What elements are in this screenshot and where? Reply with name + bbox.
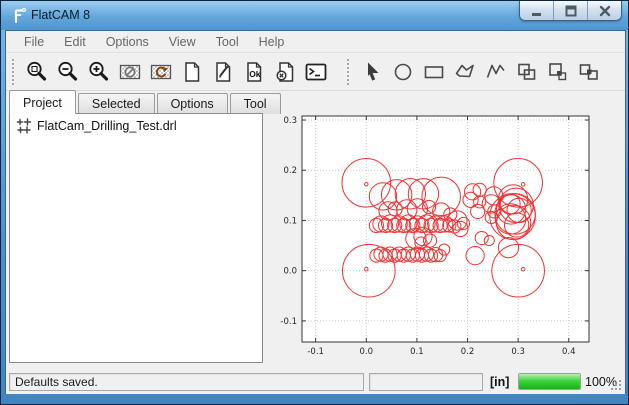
draw-select-button[interactable] [356, 56, 387, 88]
draw-rectangle-button[interactable] [418, 56, 449, 88]
minimize-icon [531, 5, 543, 17]
draw-circle-button[interactable] [387, 56, 418, 88]
plot-svg: -0.1 0.0 0.1 0.2 0.3 0.4 -0.1 0.0 0.1 0.2 0.3 [267, 96, 623, 368]
tree-item-drill-object[interactable]: FlatCam_Drilling_Test.drl [10, 114, 262, 136]
project-tree[interactable]: FlatCam_Drilling_Test.drl [9, 113, 263, 363]
svg-text:0.2: 0.2 [461, 347, 475, 357]
zoom-fit-button[interactable] [21, 56, 52, 88]
svg-text:0.1: 0.1 [410, 347, 424, 357]
polygon-union-button[interactable] [511, 56, 542, 88]
new-file-icon [180, 60, 204, 84]
status-message: Defaults saved. [15, 375, 98, 389]
maximize-button[interactable] [554, 1, 588, 20]
close-button[interactable] [588, 1, 621, 20]
svg-text:0.0: 0.0 [360, 347, 374, 357]
window-title: FlatCAM 8 [31, 8, 90, 22]
toolbar-drag-handle-2[interactable] [347, 59, 353, 85]
svg-text:-0.1: -0.1 [307, 347, 324, 357]
copy-geometry-icon [577, 60, 601, 84]
minimize-button[interactable] [520, 1, 554, 20]
apply-ok-button[interactable]: Ok [238, 56, 269, 88]
maximize-icon [565, 5, 577, 17]
progress-bar [518, 373, 581, 390]
svg-text:0.3: 0.3 [283, 116, 297, 126]
plot-canvas[interactable]: -0.1 0.0 0.1 0.2 0.3 0.4 -0.1 0.0 0.1 0.2 0.3 [267, 96, 623, 368]
tree-item-label: FlatCam_Drilling_Test.drl [37, 119, 177, 133]
draw-path-button[interactable] [480, 56, 511, 88]
shell-button[interactable] [300, 56, 331, 88]
polygon-tool-icon [453, 60, 477, 84]
menu-file[interactable]: File [14, 32, 54, 52]
tab-selected[interactable]: Selected [78, 93, 155, 114]
delete-file-icon [273, 60, 297, 84]
svg-text:Ok: Ok [249, 69, 261, 79]
rectangle-tool-icon [422, 60, 446, 84]
menu-tool[interactable]: Tool [206, 32, 249, 52]
svg-text:0.4: 0.4 [562, 347, 576, 357]
units-label: [in] [490, 375, 509, 389]
path-tool-icon [484, 60, 508, 84]
tab-options[interactable]: Options [157, 93, 228, 114]
select-arrow-icon [360, 60, 384, 84]
delete-object-button[interactable] [269, 56, 300, 88]
menu-view[interactable]: View [159, 32, 206, 52]
zoom-in-icon [87, 60, 111, 84]
statusbar: Defaults saved. [in] 100% [6, 369, 625, 394]
replot-button[interactable] [145, 56, 176, 88]
replot-icon [149, 60, 173, 84]
edit-file-icon [211, 60, 235, 84]
new-project-button[interactable] [176, 56, 207, 88]
clear-plot-icon [118, 60, 142, 84]
svg-text:0.1: 0.1 [283, 216, 297, 226]
progress-fill [519, 374, 580, 389]
status-message-panel: Defaults saved. [9, 373, 364, 391]
ok-file-icon: Ok [242, 60, 266, 84]
drill-object-icon [16, 118, 32, 134]
flatcam-window: FlatCAM 8 File Edit Options View Tool He… [0, 0, 629, 405]
svg-text:0.0: 0.0 [283, 267, 297, 277]
copy-objects-button[interactable] [542, 56, 573, 88]
svg-text:-0.1: -0.1 [280, 317, 297, 327]
close-icon [599, 5, 611, 17]
tab-project[interactable]: Project [9, 90, 76, 114]
union-tool-icon [515, 60, 539, 84]
window-controls [519, 1, 622, 21]
svg-text:0.3: 0.3 [511, 347, 525, 357]
circle-tool-icon [391, 60, 415, 84]
zoom-out-icon [56, 60, 80, 84]
edit-object-button[interactable] [207, 56, 238, 88]
tabbar: Project Selected Options Tool [9, 91, 283, 114]
flatcam-logo-icon [11, 7, 27, 23]
draw-polygon-button[interactable] [449, 56, 480, 88]
toolbar: Ok [6, 53, 625, 91]
resize-grip[interactable] [611, 380, 622, 391]
toolbar-drag-handle[interactable] [12, 59, 18, 85]
zoom-in-button[interactable] [83, 56, 114, 88]
clear-plot-button[interactable] [114, 56, 145, 88]
menubar: File Edit Options View Tool Help [6, 31, 625, 53]
zoom-fit-icon [25, 60, 49, 84]
shell-icon [304, 60, 328, 84]
status-secondary-panel [369, 373, 483, 391]
titlebar[interactable]: FlatCAM 8 [1, 1, 628, 30]
copy-objects-icon [546, 60, 570, 84]
svg-text:0.2: 0.2 [283, 166, 297, 176]
menu-options[interactable]: Options [96, 32, 159, 52]
copy-geometry-button[interactable] [573, 56, 604, 88]
menu-help[interactable]: Help [249, 32, 295, 52]
menu-edit[interactable]: Edit [54, 32, 96, 52]
zoom-out-button[interactable] [52, 56, 83, 88]
